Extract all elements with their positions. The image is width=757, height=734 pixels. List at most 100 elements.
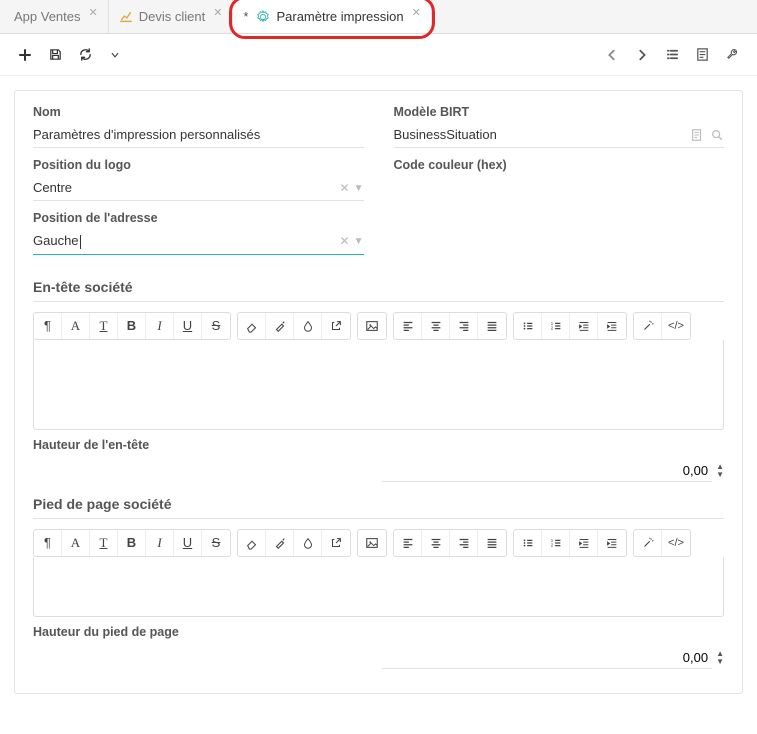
addr-label: Position de l'adresse	[33, 211, 364, 225]
tab-label: Devis client	[139, 9, 205, 24]
close-icon[interactable]: ✕	[89, 6, 98, 19]
footer-section-title: Pied de page société	[33, 496, 724, 519]
align-right-icon[interactable]	[450, 530, 478, 556]
addr-value: Gauche	[33, 233, 336, 249]
indent-increase-icon[interactable]	[598, 530, 626, 556]
close-icon[interactable]: ✕	[412, 6, 421, 19]
code-view-icon[interactable]: </>	[662, 530, 690, 556]
image-icon[interactable]	[358, 313, 386, 339]
align-center-icon[interactable]	[422, 530, 450, 556]
birt-value: BusinessSituation	[394, 127, 691, 142]
spinner-buttons[interactable]: ▲▼	[716, 463, 724, 479]
next-record-button[interactable]	[627, 40, 657, 70]
footer-textarea[interactable]	[33, 557, 724, 617]
ink-drop-icon[interactable]	[294, 313, 322, 339]
nom-label: Nom	[33, 105, 364, 119]
magic-wand-icon[interactable]	[634, 530, 662, 556]
magic-wand-icon[interactable]	[634, 313, 662, 339]
dirty-indicator: *	[243, 9, 248, 24]
birt-field[interactable]: BusinessSituation	[394, 123, 725, 148]
tab-parametre-impression[interactable]: * Paramètre impression ✕	[233, 0, 431, 33]
header-editor: ¶ A T B I U S	[33, 312, 724, 430]
brush-icon[interactable]	[266, 313, 294, 339]
dropdown-caret-button[interactable]	[100, 40, 130, 70]
chevron-down-icon[interactable]: ▼	[354, 183, 364, 194]
wrench-button[interactable]	[717, 40, 747, 70]
addr-select[interactable]: Gauche ✕ ▼	[33, 229, 364, 255]
footer-editor: ¶ A T B I U S	[33, 529, 724, 617]
clear-icon[interactable]: ✕	[340, 234, 350, 248]
ink-drop-icon[interactable]	[294, 530, 322, 556]
tab-bar: App Ventes ✕ Devis client ✕ * Paramètre …	[0, 0, 757, 34]
save-button[interactable]	[40, 40, 70, 70]
strike-icon[interactable]: S	[202, 313, 230, 339]
eraser-icon[interactable]	[238, 530, 266, 556]
color-label: Code couleur (hex)	[394, 158, 725, 172]
document-icon[interactable]	[690, 128, 704, 142]
external-link-icon[interactable]	[322, 530, 350, 556]
tab-label: App Ventes	[14, 9, 81, 24]
refresh-button[interactable]	[70, 40, 100, 70]
ordered-list-icon[interactable]: 12	[542, 313, 570, 339]
logo-label: Position du logo	[33, 158, 364, 172]
rte-toolbar: ¶ A T B I U S	[33, 529, 724, 557]
code-view-icon[interactable]: </>	[662, 313, 690, 339]
italic-icon[interactable]: I	[146, 530, 174, 556]
eraser-icon[interactable]	[238, 313, 266, 339]
align-center-icon[interactable]	[422, 313, 450, 339]
gear-icon	[256, 10, 270, 24]
footer-height-input[interactable]	[382, 647, 712, 669]
unordered-list-icon[interactable]	[514, 530, 542, 556]
header-height-input[interactable]	[382, 460, 712, 482]
align-justify-icon[interactable]	[478, 530, 506, 556]
svg-text:2: 2	[550, 325, 553, 330]
pilcrow-icon[interactable]: ¶	[34, 313, 62, 339]
tab-app-ventes[interactable]: App Ventes ✕	[4, 0, 109, 33]
footer-height-label: Hauteur du pied de page	[33, 625, 724, 639]
header-textarea[interactable]	[33, 340, 724, 430]
indent-decrease-icon[interactable]	[570, 313, 598, 339]
align-justify-icon[interactable]	[478, 313, 506, 339]
indent-increase-icon[interactable]	[598, 313, 626, 339]
clear-icon[interactable]: ✕	[340, 181, 350, 195]
external-link-icon[interactable]	[322, 313, 350, 339]
align-right-icon[interactable]	[450, 313, 478, 339]
align-left-icon[interactable]	[394, 530, 422, 556]
underline-icon[interactable]: U	[174, 313, 202, 339]
ordered-list-icon[interactable]: 12	[542, 530, 570, 556]
underline-icon[interactable]: U	[174, 530, 202, 556]
nom-value: Paramètres d'impression personnalisés	[33, 127, 364, 142]
header-section-title: En-tête société	[33, 279, 724, 302]
spinner-buttons[interactable]: ▲▼	[716, 650, 724, 666]
nom-field[interactable]: Paramètres d'impression personnalisés	[33, 123, 364, 148]
image-icon[interactable]	[358, 530, 386, 556]
text-color-icon[interactable]: T	[90, 530, 118, 556]
search-icon[interactable]	[710, 128, 724, 142]
close-icon[interactable]: ✕	[213, 6, 222, 19]
logo-select[interactable]: Centre ✕ ▼	[33, 176, 364, 201]
birt-label: Modèle BIRT	[394, 105, 725, 119]
italic-icon[interactable]: I	[146, 313, 174, 339]
unordered-list-icon[interactable]	[514, 313, 542, 339]
list-view-button[interactable]	[657, 40, 687, 70]
align-left-icon[interactable]	[394, 313, 422, 339]
bold-icon[interactable]: B	[118, 530, 146, 556]
bold-icon[interactable]: B	[118, 313, 146, 339]
new-button[interactable]	[10, 40, 40, 70]
font-family-icon[interactable]: A	[62, 530, 90, 556]
prev-record-button[interactable]	[597, 40, 627, 70]
color-field[interactable]	[394, 176, 725, 185]
font-family-icon[interactable]: A	[62, 313, 90, 339]
indent-decrease-icon[interactable]	[570, 530, 598, 556]
chevron-down-icon[interactable]: ▼	[354, 236, 364, 247]
tab-label: Paramètre impression	[276, 9, 403, 24]
tab-devis-client[interactable]: Devis client ✕	[109, 0, 234, 33]
header-height-label: Hauteur de l'en-tête	[33, 438, 724, 452]
strike-icon[interactable]: S	[202, 530, 230, 556]
logo-value: Centre	[33, 180, 336, 195]
brush-icon[interactable]	[266, 530, 294, 556]
text-color-icon[interactable]: T	[90, 313, 118, 339]
pilcrow-icon[interactable]: ¶	[34, 530, 62, 556]
form-view-button[interactable]	[687, 40, 717, 70]
toolbar	[0, 34, 757, 76]
